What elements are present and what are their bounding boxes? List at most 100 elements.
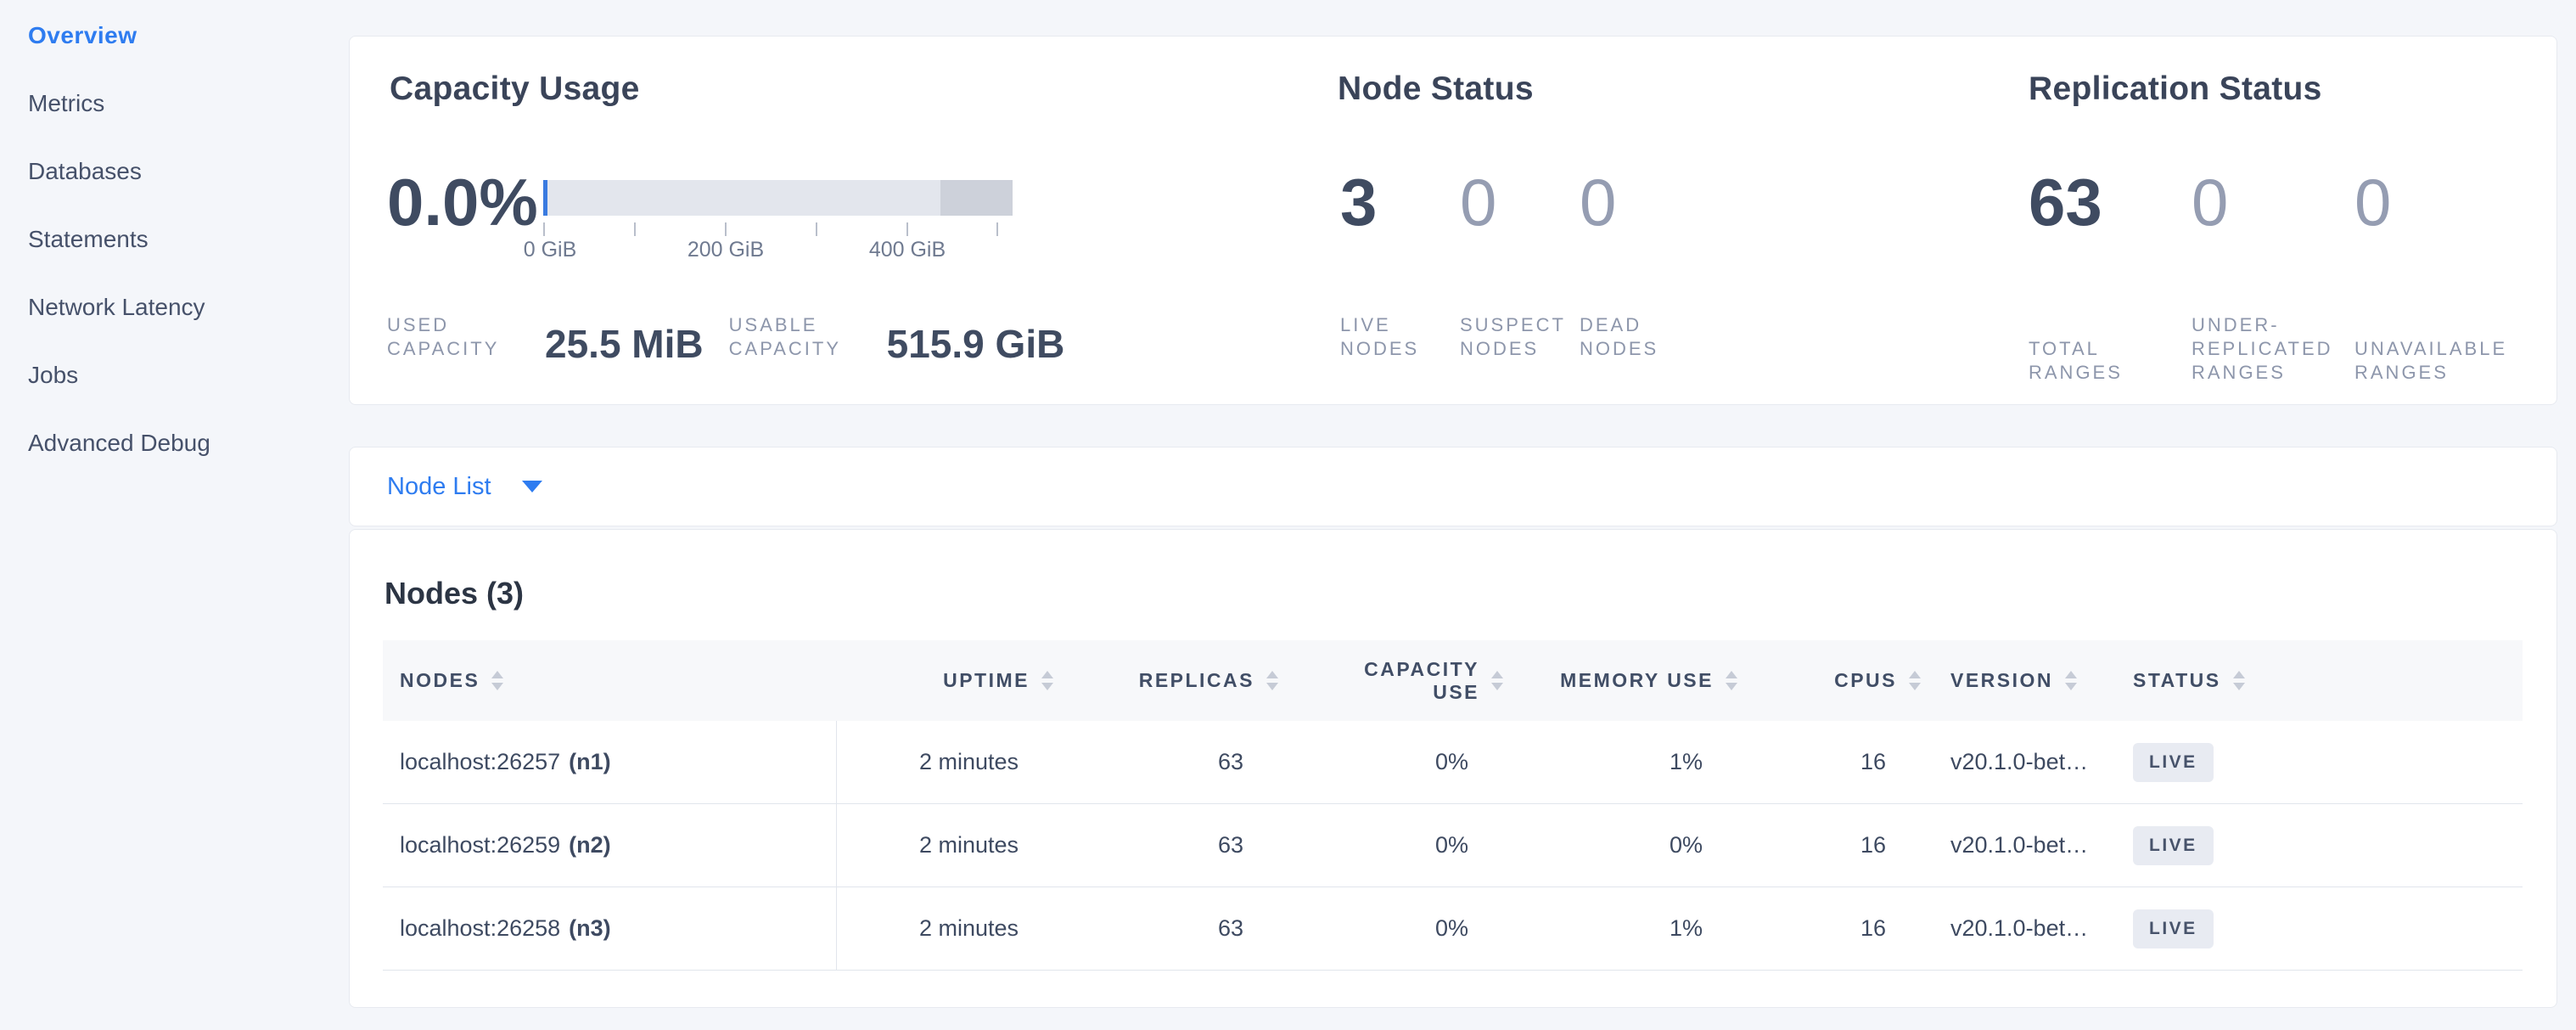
uptime-cell: 2 minutes — [837, 915, 1053, 942]
total-ranges-label: TOTAL RANGES — [2029, 337, 2192, 385]
status-badge: LIVE — [2133, 743, 2214, 782]
column-header-nodes[interactable]: NODES — [383, 669, 837, 692]
replicas-cell: 63 — [1053, 749, 1278, 775]
version-cell: v20.1.0-bet… — [1921, 832, 2099, 858]
table-row-node-2[interactable]: localhost:26259 (n2) 2 minutes 63 0% 0% … — [383, 804, 2523, 887]
main-content: Capacity Usage Node Status Replication S… — [349, 36, 2557, 1008]
capacity-bar-used-fill — [543, 180, 547, 216]
tick-mark — [543, 222, 545, 236]
column-header-uptime[interactable]: UPTIME — [837, 669, 1053, 692]
column-header-version[interactable]: VERSION — [1921, 669, 2099, 692]
column-label: NODES — [400, 669, 480, 692]
suspect-nodes-count: 0 — [1460, 169, 1580, 235]
view-selector-label: Node List — [387, 473, 491, 501]
node-address-cell[interactable]: localhost:26257 (n1) — [383, 721, 837, 803]
sort-icon — [1726, 671, 1737, 690]
usable-capacity-stat: USABLE CAPACITY 515.9 GiB — [729, 313, 1065, 361]
uptime-cell: 2 minutes — [837, 749, 1053, 775]
view-selector-card: Node List — [349, 447, 2557, 526]
memory-use-cell: 0% — [1503, 832, 1737, 858]
column-label: MEMORY USE — [1560, 669, 1714, 692]
table-row-node-3[interactable]: localhost:26258 (n3) 2 minutes 63 0% 1% … — [383, 887, 2523, 971]
memory-use-cell: 1% — [1503, 915, 1737, 942]
sidebar-item-jobs[interactable]: Jobs — [0, 341, 280, 409]
node-address: localhost:26257 — [400, 749, 560, 775]
live-nodes-label: LIVE NODES — [1340, 313, 1460, 361]
status-badge: LIVE — [2133, 909, 2214, 948]
status-cell: LIVE — [2099, 909, 2523, 948]
suspect-nodes-label: SUSPECT NODES — [1460, 313, 1580, 361]
under-replicated-ranges-count: 0 — [2192, 169, 2354, 235]
capacity-stats: USED CAPACITY 25.5 MiB USABLE CAPACITY 5… — [387, 313, 1064, 361]
sort-icon — [491, 671, 503, 690]
status-badge: LIVE — [2133, 826, 2214, 865]
cpus-cell: 16 — [1737, 749, 1921, 775]
tick-label-200gib: 200 GiB — [687, 238, 764, 262]
sort-icon — [2065, 671, 2077, 690]
replication-status-values: 63 0 0 — [2029, 169, 2517, 235]
node-address-cell[interactable]: localhost:26259 (n2) — [383, 804, 837, 886]
view-selector-dropdown[interactable]: Node List — [350, 447, 604, 526]
capacity-use-cell: 0% — [1278, 749, 1503, 775]
column-header-replicas[interactable]: REPLICAS — [1053, 669, 1278, 692]
usable-capacity-label: USABLE CAPACITY — [729, 313, 865, 361]
live-nodes-count: 3 — [1340, 169, 1460, 235]
sort-icon — [1909, 671, 1921, 690]
status-cell: LIVE — [2099, 826, 2523, 865]
sidebar-item-overview[interactable]: Overview — [0, 2, 280, 70]
version-cell: v20.1.0-bet… — [1921, 915, 2099, 942]
sort-icon — [1491, 671, 1503, 690]
node-address: localhost:26258 — [400, 915, 560, 942]
node-status-values: 3 0 0 — [1340, 169, 1699, 235]
nodes-table-header: NODES UPTIME REPLICAS CAPACITY USE — [383, 640, 2523, 721]
capacity-used-percent: 0.0% — [387, 169, 538, 235]
capacity-usage-bar: 0 GiB 200 GiB 400 GiB — [543, 180, 1013, 263]
node-status-labels: LIVE NODES SUSPECT NODES DEAD NODES — [1340, 313, 1699, 361]
cluster-overview-card: Capacity Usage Node Status Replication S… — [349, 36, 2557, 405]
sidebar-item-network-latency[interactable]: Network Latency — [0, 273, 280, 341]
used-capacity-value: 25.5 MiB — [545, 327, 704, 361]
tick-mark — [906, 222, 908, 236]
column-label: VERSION — [1950, 669, 2053, 692]
capacity-bar-track — [543, 180, 1013, 216]
replicas-cell: 63 — [1053, 915, 1278, 942]
column-header-status[interactable]: STATUS — [2099, 669, 2523, 692]
unavailable-ranges-count: 0 — [2354, 169, 2517, 235]
column-label: UPTIME — [943, 669, 1030, 692]
column-header-cpus[interactable]: CPUS — [1737, 669, 1921, 692]
nodes-table: NODES UPTIME REPLICAS CAPACITY USE — [383, 640, 2523, 971]
tick-mark — [816, 222, 817, 236]
cpus-cell: 16 — [1737, 915, 1921, 942]
tick-mark — [725, 222, 727, 236]
replicas-cell: 63 — [1053, 832, 1278, 858]
app-root: Overview Metrics Databases Statements Ne… — [0, 0, 2576, 1030]
dead-nodes-label: DEAD NODES — [1580, 313, 1699, 361]
tick-mark — [996, 222, 998, 236]
used-capacity-stat: USED CAPACITY 25.5 MiB — [387, 313, 704, 361]
used-capacity-label: USED CAPACITY — [387, 313, 523, 361]
column-label: STATUS — [2133, 669, 2221, 692]
capacity-use-cell: 0% — [1278, 832, 1503, 858]
uptime-cell: 2 minutes — [837, 832, 1053, 858]
sidebar-item-statements[interactable]: Statements — [0, 205, 280, 273]
nodes-table-card: Nodes (3) NODES UPTIME REPLICAS — [349, 529, 2557, 1008]
sidebar-item-metrics[interactable]: Metrics — [0, 70, 280, 138]
column-header-memory-use[interactable]: MEMORY USE — [1503, 669, 1737, 692]
unavailable-ranges-label: UNAVAILABLE RANGES — [2354, 337, 2517, 385]
tick-label-400gib: 400 GiB — [869, 238, 946, 262]
total-ranges-count: 63 — [2029, 169, 2192, 235]
nodes-heading: Nodes (3) — [384, 576, 524, 611]
capacity-bar-tick-labels: 0 GiB 200 GiB 400 GiB — [543, 238, 1013, 263]
node-address-cell[interactable]: localhost:26258 (n3) — [383, 887, 837, 970]
replication-status-labels: TOTAL RANGES UNDER- REPLICATED RANGES UN… — [2029, 313, 2517, 385]
under-replicated-ranges-label: UNDER- REPLICATED RANGES — [2192, 313, 2354, 385]
sidebar-item-advanced-debug[interactable]: Advanced Debug — [0, 409, 280, 477]
column-label: CPUS — [1834, 669, 1897, 692]
usable-capacity-value: 515.9 GiB — [887, 327, 1065, 361]
column-header-capacity-use[interactable]: CAPACITY USE — [1278, 658, 1503, 704]
capacity-usage-title: Capacity Usage — [390, 70, 640, 108]
sidebar-item-databases[interactable]: Databases — [0, 138, 280, 205]
status-cell: LIVE — [2099, 743, 2523, 782]
sort-icon — [1266, 671, 1278, 690]
table-row-node-1[interactable]: localhost:26257 (n1) 2 minutes 63 0% 1% … — [383, 721, 2523, 804]
